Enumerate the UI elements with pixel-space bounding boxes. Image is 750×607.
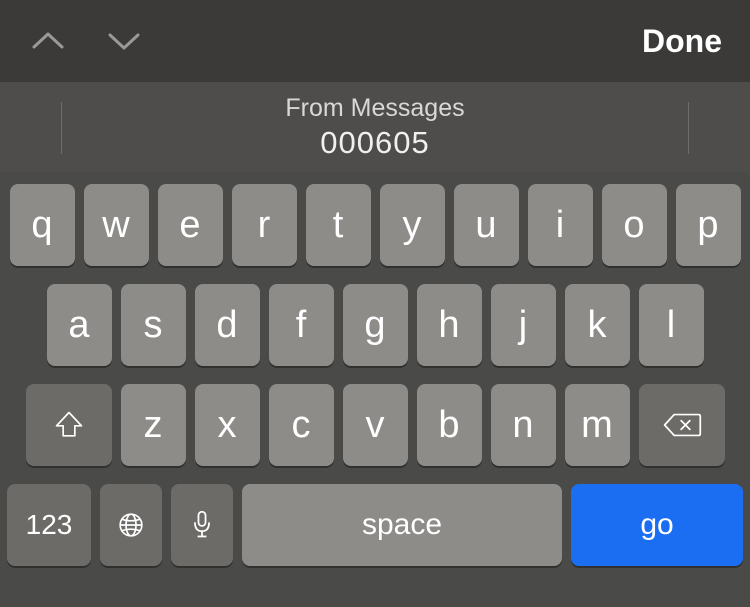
prev-field-button[interactable]	[28, 21, 68, 61]
key-g[interactable]: g	[343, 284, 408, 366]
key-k[interactable]: k	[565, 284, 630, 366]
key-r[interactable]: r	[232, 184, 297, 266]
row-padding	[5, 284, 38, 366]
key-v[interactable]: v	[343, 384, 408, 466]
keyboard-row-4: 123 space go	[7, 484, 743, 566]
key-p[interactable]: p	[676, 184, 741, 266]
key-m[interactable]: m	[565, 384, 630, 466]
shift-key[interactable]	[26, 384, 112, 466]
key-e[interactable]: e	[158, 184, 223, 266]
dictation-key[interactable]	[171, 484, 233, 566]
done-button[interactable]: Done	[642, 23, 722, 60]
key-d[interactable]: d	[195, 284, 260, 366]
key-y[interactable]: y	[380, 184, 445, 266]
number-switch-key[interactable]: 123	[7, 484, 91, 566]
next-field-button[interactable]	[104, 21, 144, 61]
autofill-source-label: From Messages	[285, 94, 464, 123]
microphone-icon	[191, 510, 213, 540]
key-c[interactable]: c	[269, 384, 334, 466]
autofill-code-value: 000605	[320, 125, 429, 161]
key-n[interactable]: n	[491, 384, 556, 466]
keyboard-accessory-toolbar: Done	[0, 0, 750, 82]
key-o[interactable]: o	[602, 184, 667, 266]
globe-icon	[116, 510, 146, 540]
key-w[interactable]: w	[84, 184, 149, 266]
suggestion-slot-right[interactable]	[688, 82, 750, 172]
space-key[interactable]: space	[242, 484, 562, 566]
go-key[interactable]: go	[571, 484, 743, 566]
row-padding	[713, 284, 746, 366]
key-l[interactable]: l	[639, 284, 704, 366]
key-z[interactable]: z	[121, 384, 186, 466]
chevron-down-icon	[106, 30, 142, 52]
backspace-icon	[662, 411, 702, 439]
key-i[interactable]: i	[528, 184, 593, 266]
key-f[interactable]: f	[269, 284, 334, 366]
globe-key[interactable]	[100, 484, 162, 566]
key-u[interactable]: u	[454, 184, 519, 266]
keyboard-row-2: a s d f g h j k l	[7, 284, 743, 366]
keyboard-row-1: q w e r t y u i o p	[7, 184, 743, 266]
key-b[interactable]: b	[417, 384, 482, 466]
autofill-suggestion[interactable]: From Messages 000605	[62, 82, 688, 172]
suggestion-slot-left[interactable]	[0, 82, 62, 172]
key-t[interactable]: t	[306, 184, 371, 266]
shift-icon	[52, 410, 86, 440]
key-x[interactable]: x	[195, 384, 260, 466]
keyboard-row-3: z x c v b n m	[7, 384, 743, 466]
toolbar-nav-group	[28, 21, 144, 61]
key-s[interactable]: s	[121, 284, 186, 366]
backspace-key[interactable]	[639, 384, 725, 466]
key-j[interactable]: j	[491, 284, 556, 366]
key-h[interactable]: h	[417, 284, 482, 366]
key-a[interactable]: a	[47, 284, 112, 366]
autofill-suggestion-bar: From Messages 000605	[0, 82, 750, 172]
onscreen-keyboard: q w e r t y u i o p a s d f g h j k l z …	[0, 172, 750, 576]
key-q[interactable]: q	[10, 184, 75, 266]
chevron-up-icon	[30, 30, 66, 52]
